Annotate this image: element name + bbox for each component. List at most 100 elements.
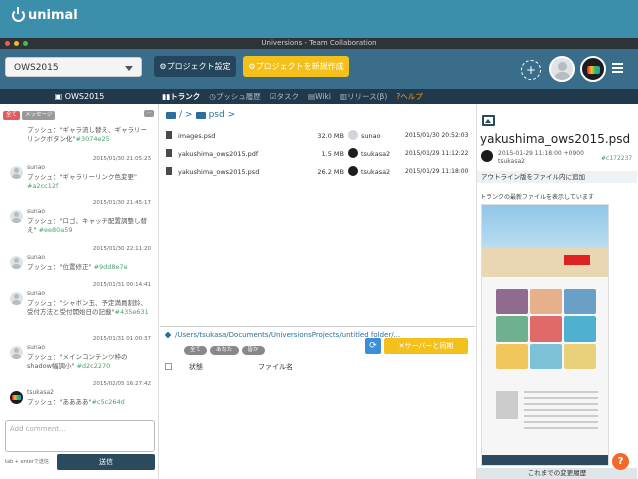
file-user: sunao [361, 132, 381, 140]
breadcrumb: / > psd > [166, 110, 235, 120]
new-project-button[interactable]: ⚙プロジェクトを新規作成 [243, 56, 349, 77]
activity-message: プッシュ："ああああ" [27, 398, 92, 406]
power-icon [12, 7, 25, 22]
preview-user: tsukasa2 [498, 158, 525, 165]
file-row[interactable]: yakushima_ows2015.pdf 1.5 MB tsukasa2 20… [166, 146, 469, 163]
tab-tasks[interactable]: ☑タスク [270, 91, 299, 102]
project-settings-label: プロジェクト設定 [166, 62, 231, 71]
new-project-label: プロジェクトを新規作成 [255, 62, 344, 71]
commit-hash-link[interactable]: #3074e25 [76, 135, 110, 143]
filter-messages[interactable]: メッセージ [22, 111, 56, 120]
activity-text: プッシュ："ああああ"#c5c264d [27, 398, 149, 407]
image-icon [482, 115, 495, 126]
refresh-icon[interactable]: ⟳ [365, 338, 381, 354]
comment-input[interactable]: Add comment... [5, 420, 155, 452]
project-settings-button[interactable]: ⚙プロジェクト設定 [154, 56, 236, 77]
avatar [348, 130, 358, 140]
preview-title: yakushima_ows2015.psd [480, 132, 631, 146]
file-date: 2015/01/29 11:12:22 [405, 150, 469, 157]
window-titlebar: Universions - Team Collaboration [0, 38, 638, 49]
project-select[interactable]: OWS2015 [5, 57, 142, 77]
file-date: 2015/01/29 11:18:00 [405, 168, 469, 175]
activity-user: sunao [27, 290, 46, 297]
tab-release-label: リリース(β) [347, 92, 388, 101]
tab-wiki[interactable]: ▤Wiki [308, 92, 331, 101]
activity-time: 2015/01/31 00:14:41 [92, 282, 151, 288]
folder-icon [195, 111, 206, 119]
sync-server-button[interactable]: ✕サーバーと同期 [384, 338, 468, 354]
brand-name: unimal [28, 8, 78, 23]
preview-date: 2015-01-29 11:18:00 +0900 [498, 150, 584, 157]
commit-hash-link[interactable]: #a2cc12f [27, 182, 58, 190]
user-avatar[interactable] [549, 56, 575, 82]
preview-thumbnail[interactable] [481, 204, 609, 466]
tab-wiki-label: Wiki [315, 92, 331, 101]
nav-project-name: ▣ OWS2015 [54, 92, 105, 101]
file-user: tsukasa2 [361, 168, 391, 176]
avatar [10, 166, 23, 179]
commit-hash-link[interactable]: #c5c264d [91, 398, 124, 406]
file-name: yakushima_ows2015.psd [178, 168, 260, 176]
avatar [348, 148, 358, 158]
file-row[interactable]: yakushima_ows2015.psd 26.2 MB tsukasa2 2… [166, 164, 469, 181]
add-member-icon[interactable]: + [521, 60, 541, 80]
local-filter-all[interactable]: 全て [184, 346, 208, 355]
close-window-icon[interactable] [5, 41, 10, 46]
folder-icon [166, 111, 176, 119]
commit-hash-link[interactable]: #ee80a59 [39, 226, 73, 234]
tab-push-history[interactable]: ◷プッシュ履歴 [209, 91, 261, 102]
tab-help[interactable]: ?ヘルプ [396, 91, 422, 102]
commit-hash-link[interactable]: #d2c2270 [76, 362, 110, 370]
activity-time: 2015/01/30 21:05:23 [92, 156, 151, 162]
send-button[interactable]: 送信 [57, 454, 155, 470]
team-avatar[interactable] [580, 56, 606, 82]
breadcrumb-separator: > [227, 110, 236, 120]
file-row[interactable]: images.psd 32.0 MB sunao 2015/01/30 20:5… [166, 128, 469, 145]
brand-header: unimal [0, 0, 638, 38]
commit-hash-link[interactable]: #9dd8e7e [94, 263, 128, 271]
commit-hash-link[interactable]: #435e631 [115, 308, 149, 316]
activity-time: 2015/01/30 21:45:17 [92, 200, 151, 206]
change-history-button[interactable]: これまでの変更履歴 [477, 468, 637, 479]
help-icon[interactable]: ? [612, 453, 629, 470]
window-title: Universions - Team Collaboration [261, 39, 377, 47]
local-filter-others[interactable]: 皆か [241, 346, 265, 355]
minimize-window-icon[interactable] [14, 41, 19, 46]
avatar [10, 391, 23, 404]
local-filter-mine[interactable]: あなた [210, 346, 239, 355]
thumbnail-grid [496, 289, 596, 369]
activity-text: プッシュ："ギャラ流し替え、ギャラリーリンクボタン化"#3074e25 [27, 126, 149, 144]
column-filename: ファイル名 [258, 363, 293, 371]
chevron-down-icon [125, 66, 133, 71]
thumbnail-banner [564, 255, 590, 265]
select-all-checkbox[interactable] [165, 363, 172, 370]
activity-text: プッシュ："位置修正" #9dd8e7e [27, 263, 149, 272]
file-preview-panel: yakushima_ows2015.psd 2015-01-29 11:18:0… [476, 104, 638, 479]
avatar [481, 150, 493, 162]
app-logo[interactable]: unimal [12, 7, 78, 23]
tab-trunk[interactable]: ▮▮トランク [162, 91, 200, 102]
add-outline-button[interactable]: アウトライン版をファイル内に追加 [477, 171, 637, 183]
more-options-icon[interactable]: ··· [144, 110, 154, 117]
preview-hash-link[interactable]: #c172237 [601, 155, 632, 162]
activity-message: プッシュ："位置修正" [27, 263, 92, 271]
breadcrumb-root[interactable]: / [179, 110, 182, 120]
edit-path-icon[interactable] [164, 331, 172, 339]
maximize-window-icon[interactable] [23, 41, 28, 46]
tab-trunk-label: トランク [170, 92, 201, 101]
hamburger-menu-icon[interactable] [612, 63, 623, 74]
avatar [348, 166, 358, 176]
tab-release[interactable]: ▥リリース(β) [340, 91, 387, 102]
activity-time: 2015/01/30 22:11:20 [92, 246, 151, 252]
filter-all[interactable]: 全て [3, 111, 21, 120]
activity-filters: 全て メッセージ [3, 111, 56, 120]
avatar [10, 346, 23, 359]
file-date: 2015/01/30 20:52:03 [405, 132, 469, 139]
breadcrumb-separator: > [185, 110, 193, 120]
project-select-value: OWS2015 [14, 63, 59, 73]
column-status: 状態 [189, 363, 203, 371]
activity-user: sunao [27, 208, 46, 215]
activity-user: tsukasa2 [27, 389, 54, 396]
avatar [10, 210, 23, 223]
breadcrumb-psd[interactable]: psd [209, 110, 225, 120]
